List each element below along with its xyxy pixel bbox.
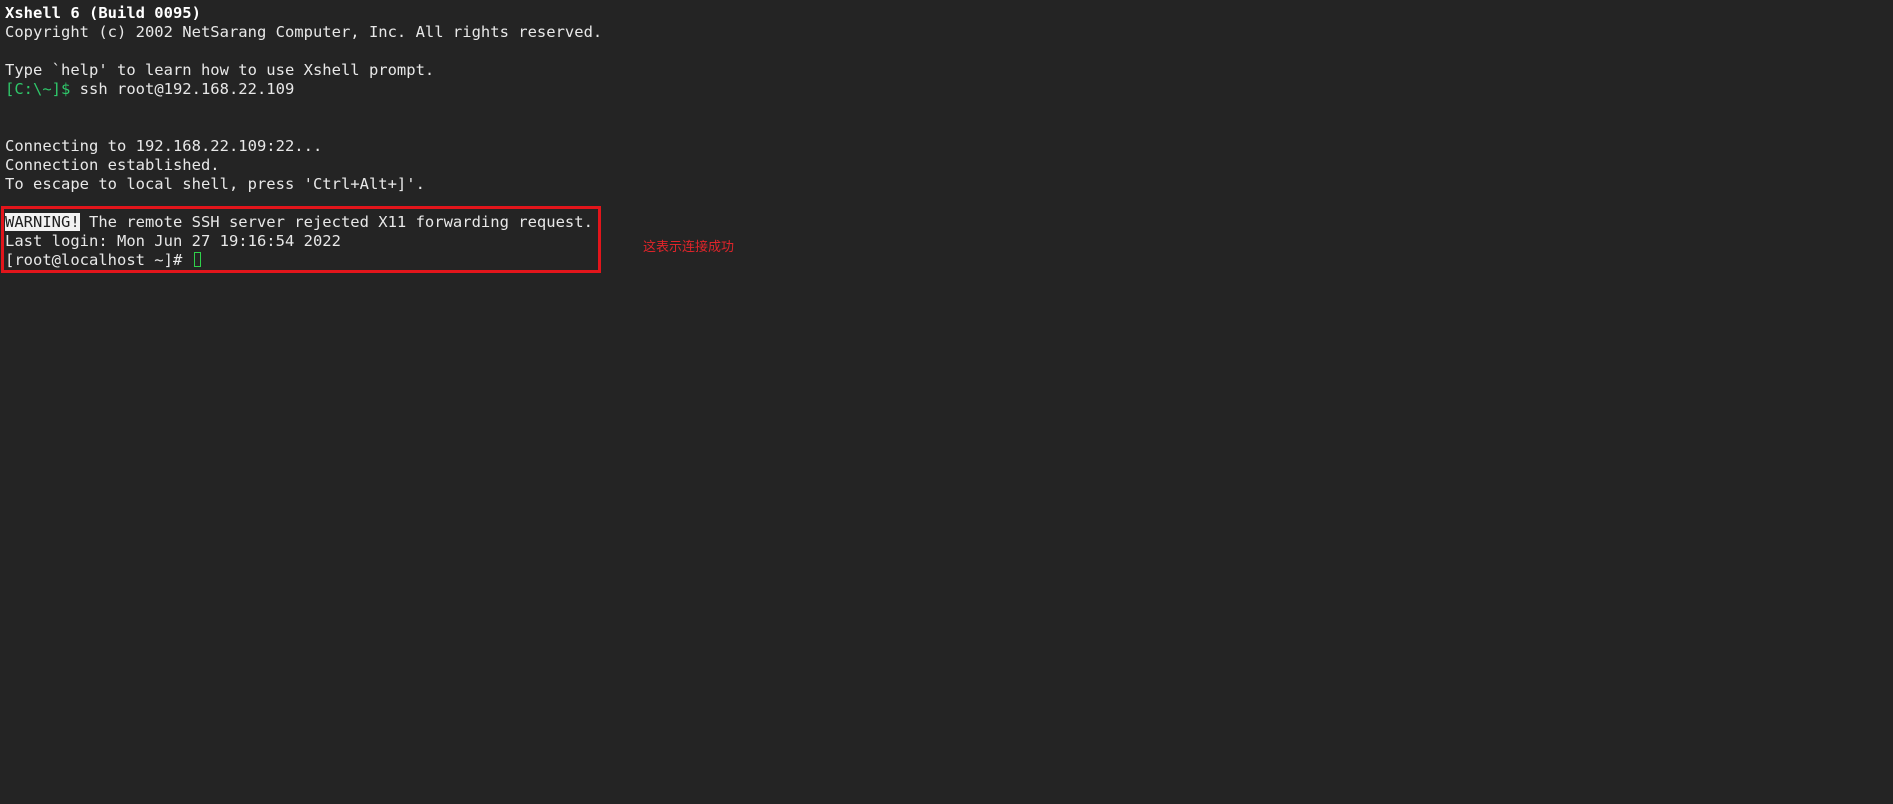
local-command: ssh root@192.168.22.109 xyxy=(70,80,295,98)
terminal-connecting-line: Connecting to 192.168.22.109:22... xyxy=(5,137,323,155)
terminal-copyright-line: Copyright (c) 2002 NetSarang Computer, I… xyxy=(5,23,603,41)
terminal-escape-line: To escape to local shell, press 'Ctrl+Al… xyxy=(5,175,425,193)
terminal-help-line: Type `help' to learn how to use Xshell p… xyxy=(5,61,435,79)
terminal-title-line: Xshell 6 (Build 0095) xyxy=(5,4,201,22)
annotation-highlight-box xyxy=(1,206,601,273)
annotation-text: 这表示连接成功 xyxy=(643,240,735,255)
local-prompt: [C:\~]$ xyxy=(5,80,71,98)
terminal-local-command-line: [C:\~]$ ssh root@192.168.22.109 xyxy=(5,80,294,99)
terminal-window[interactable]: Xshell 6 (Build 0095) Copyright (c) 2002… xyxy=(0,0,1893,804)
terminal-established-line: Connection established. xyxy=(5,156,220,174)
